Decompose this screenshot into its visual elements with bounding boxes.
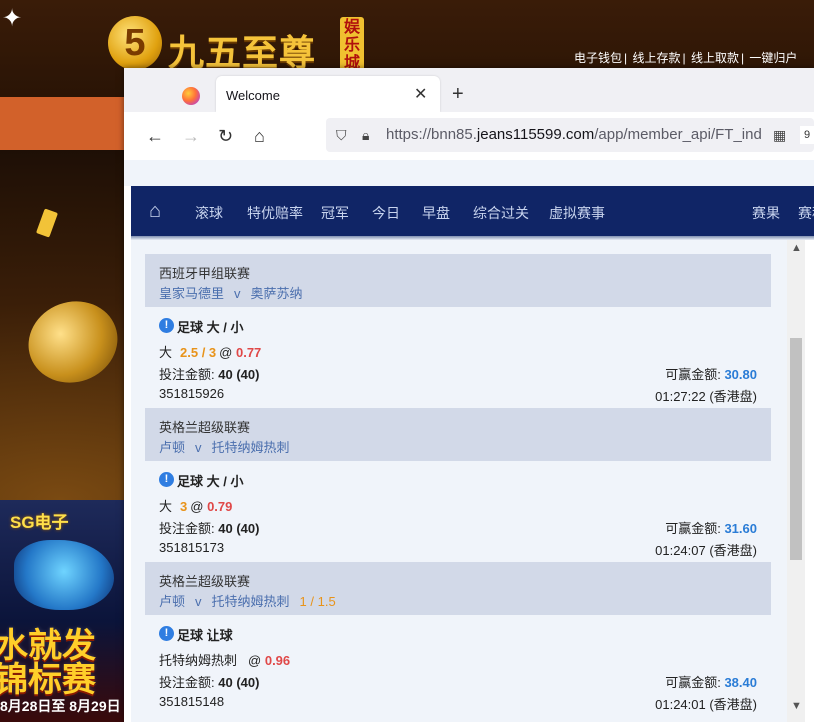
nav-toolbar: ← → ↻ ⌂ ⛉ 🔒︎ https://bnn85.jeans115599.c… bbox=[124, 112, 814, 160]
tab-welcome[interactable]: Welcome ✕ bbox=[216, 76, 440, 112]
scroll-up-icon[interactable]: ▲ bbox=[791, 242, 802, 254]
url-badge[interactable]: 9 bbox=[800, 126, 814, 144]
nav-today[interactable]: 今日 bbox=[372, 203, 400, 223]
bird-icon: ✦ bbox=[2, 5, 23, 32]
close-icon[interactable]: ✕ bbox=[414, 84, 427, 104]
link-consolidate[interactable]: 一键归户 bbox=[749, 51, 797, 65]
league-name: 英格兰超级联赛 bbox=[159, 420, 251, 435]
match-teams: 卢顿 v 托特纳姆热刺 1 / 1.5 bbox=[159, 594, 336, 609]
lock-icon[interactable]: 🔒︎ bbox=[362, 127, 369, 144]
home-icon[interactable]: ⌂ bbox=[149, 200, 161, 223]
win-amount: 可赢金额: 38.40 bbox=[665, 675, 757, 690]
bet-id: 351815926 bbox=[159, 386, 225, 401]
league-name: 英格兰超级联赛 bbox=[159, 574, 251, 589]
bet-pick: 托特纳姆热刺 @ 0.96 bbox=[159, 653, 291, 668]
nav-special-odds[interactable]: 特优赔率 bbox=[247, 203, 303, 223]
bet-time: 01:24:07 (香港盘) bbox=[655, 543, 757, 558]
site-logo-badge[interactable]: 5 bbox=[108, 16, 162, 70]
stake-amount: 投注金额: 40 (40) bbox=[159, 675, 260, 690]
url-bar[interactable]: ⛉ 🔒︎ https://bnn85.jeans115599.com/app/m… bbox=[326, 118, 814, 152]
forward-arrow-icon[interactable]: → bbox=[182, 126, 200, 146]
bet-details: ! 足球 大 / 小 大 3 @ 0.79 投注金额: 40 (40) 可赢金额: … bbox=[145, 461, 771, 561]
bet-details: ! 足球 让球 托特纳姆热刺 @ 0.96 投注金额: 40 (40) 可赢金额:… bbox=[145, 615, 771, 715]
win-amount: 可赢金额: 30.80 bbox=[665, 367, 757, 382]
tab-title: Welcome bbox=[226, 88, 280, 103]
shield-icon[interactable]: ⛉ bbox=[336, 127, 347, 144]
bet-type: 足球 大 / 小 bbox=[177, 474, 244, 489]
site-logo-side: 娱乐城 bbox=[340, 17, 364, 72]
warning-icon: ! bbox=[159, 626, 174, 641]
nav-champion[interactable]: 冠军 bbox=[321, 203, 349, 223]
match-teams: 卢顿 v 托特纳姆热刺 bbox=[159, 440, 290, 455]
sg-date: 8月28日至 8月29日 bbox=[0, 698, 121, 714]
scroll-down-icon[interactable]: ▼ bbox=[791, 700, 802, 712]
link-withdraw[interactable]: 线上取款 bbox=[691, 51, 739, 65]
sg-subline: 锦标赛 bbox=[0, 661, 96, 699]
stake-amount: 投注金额: 40 (40) bbox=[159, 521, 260, 536]
win-amount: 可赢金额: 31.60 bbox=[665, 521, 757, 536]
bet-list: 西班牙甲组联赛 皇家马德里 v 奥萨苏纳 ! 足球 大 / 小 大 2.5 / 3 @ … bbox=[131, 240, 787, 722]
firefox-icon bbox=[182, 87, 200, 105]
sports-nav: ⌂ 滚球 特优赔率 冠军 今日 早盘 综合过关 虚拟赛事 赛果 赛程 bbox=[131, 186, 814, 236]
nav-virtual[interactable]: 虚拟赛事 bbox=[549, 203, 605, 223]
stake-amount: 投注金额: 40 (40) bbox=[159, 367, 260, 382]
reload-icon[interactable]: ↻ bbox=[218, 126, 233, 146]
bet-time: 01:24:01 (香港盘) bbox=[655, 697, 757, 712]
url-text[interactable]: https://bnn85.jeans115599.com/app/member… bbox=[386, 126, 766, 143]
warning-icon: ! bbox=[159, 318, 174, 333]
tab-bar: Welcome ✕ + bbox=[124, 68, 814, 112]
match-teams: 皇家马德里 v 奥萨苏纳 bbox=[159, 286, 303, 301]
scrollbar-thumb[interactable] bbox=[790, 338, 802, 560]
link-deposit[interactable]: 线上存款 bbox=[632, 51, 680, 65]
page-top-gap bbox=[124, 160, 814, 186]
scrollbar[interactable]: ▲ ▼ bbox=[787, 240, 805, 722]
bet-id: 351815173 bbox=[159, 540, 225, 555]
bet-pick: 大 2.5 / 3 @ 0.77 bbox=[159, 345, 262, 360]
bet-time: 01:27:22 (香港盘) bbox=[655, 389, 757, 404]
league-header: 西班牙甲组联赛 皇家马德里 v 奥萨苏纳 bbox=[145, 254, 771, 307]
league-name: 西班牙甲组联赛 bbox=[159, 266, 251, 281]
home-icon[interactable]: ⌂ bbox=[254, 126, 265, 146]
nav-parlay[interactable]: 综合过关 bbox=[473, 203, 529, 223]
league-header: 英格兰超级联赛 卢顿 v 托特纳姆热刺 bbox=[145, 408, 771, 461]
nav-results[interactable]: 赛果 bbox=[752, 203, 780, 223]
back-arrow-icon[interactable]: ← bbox=[146, 126, 164, 146]
plus-icon[interactable]: + bbox=[452, 84, 464, 104]
bet-details: ! 足球 大 / 小 大 2.5 / 3 @ 0.77 投注金额: 40 (40) … bbox=[145, 307, 771, 407]
warning-icon: ! bbox=[159, 472, 174, 487]
league-header: 英格兰超级联赛 卢顿 v 托特纳姆热刺 1 / 1.5 bbox=[145, 562, 771, 615]
sg-brand: SG电子 bbox=[10, 513, 69, 532]
top-links: 电子钱包 | 线上存款 | 线上取款 | 一键归户 bbox=[574, 51, 798, 65]
qr-code-icon[interactable]: ▦ bbox=[773, 127, 786, 144]
bet-id: 351815148 bbox=[159, 694, 225, 709]
link-wallet[interactable]: 电子钱包 bbox=[574, 51, 622, 65]
nav-schedule[interactable]: 赛程 bbox=[798, 203, 814, 223]
bet-pick: 大 3 @ 0.79 bbox=[159, 499, 233, 514]
nav-live[interactable]: 滚球 bbox=[195, 203, 223, 223]
bet-type: 足球 让球 bbox=[177, 628, 233, 643]
nav-early[interactable]: 早盘 bbox=[422, 203, 450, 223]
browser-window: Welcome ✕ + ← → ↻ ⌂ ⛉ 🔒︎ https://bnn85.j… bbox=[124, 68, 814, 722]
bet-type: 足球 大 / 小 bbox=[177, 320, 244, 335]
